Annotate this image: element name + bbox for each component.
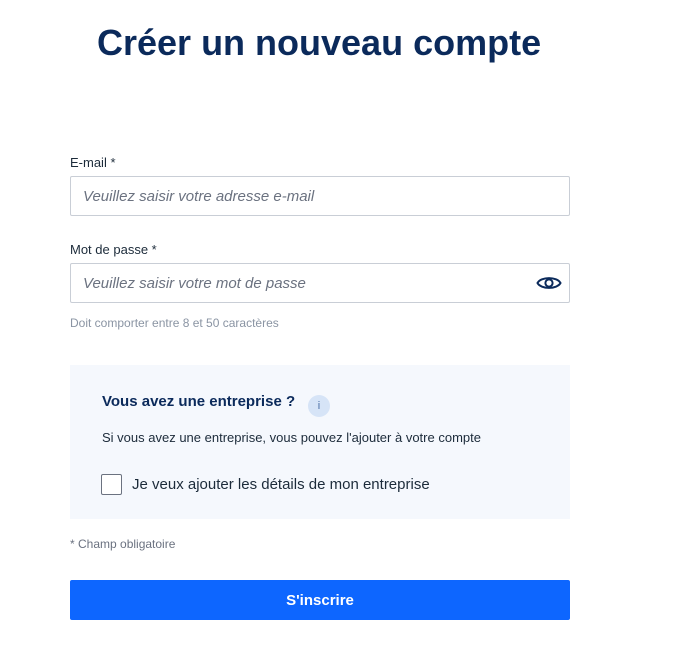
password-field[interactable] bbox=[71, 264, 569, 302]
password-label: Mot de passe * bbox=[70, 242, 157, 257]
email-field[interactable] bbox=[71, 177, 569, 215]
email-field-container bbox=[70, 176, 570, 216]
required-field-note: * Champ obligatoire bbox=[70, 537, 176, 551]
signup-page: Créer un nouveau compte E-mail * Mot de … bbox=[0, 0, 684, 665]
add-company-checkbox[interactable] bbox=[101, 474, 122, 495]
eye-icon[interactable] bbox=[536, 273, 562, 293]
company-panel: Vous avez une entreprise ? i Si vous ave… bbox=[70, 365, 570, 519]
password-field-container bbox=[70, 263, 570, 303]
page-title: Créer un nouveau compte bbox=[97, 22, 542, 63]
add-company-checkbox-label[interactable]: Je veux ajouter les détails de mon entre… bbox=[132, 476, 430, 493]
info-icon[interactable]: i bbox=[308, 395, 330, 417]
password-hint: Doit comporter entre 8 et 50 caractères bbox=[70, 316, 279, 330]
signup-button[interactable]: S'inscrire bbox=[70, 580, 570, 620]
company-description: Si vous avez une entreprise, vous pouvez… bbox=[102, 430, 481, 445]
email-label: E-mail * bbox=[70, 155, 116, 170]
company-title: Vous avez une entreprise ? bbox=[102, 393, 296, 410]
